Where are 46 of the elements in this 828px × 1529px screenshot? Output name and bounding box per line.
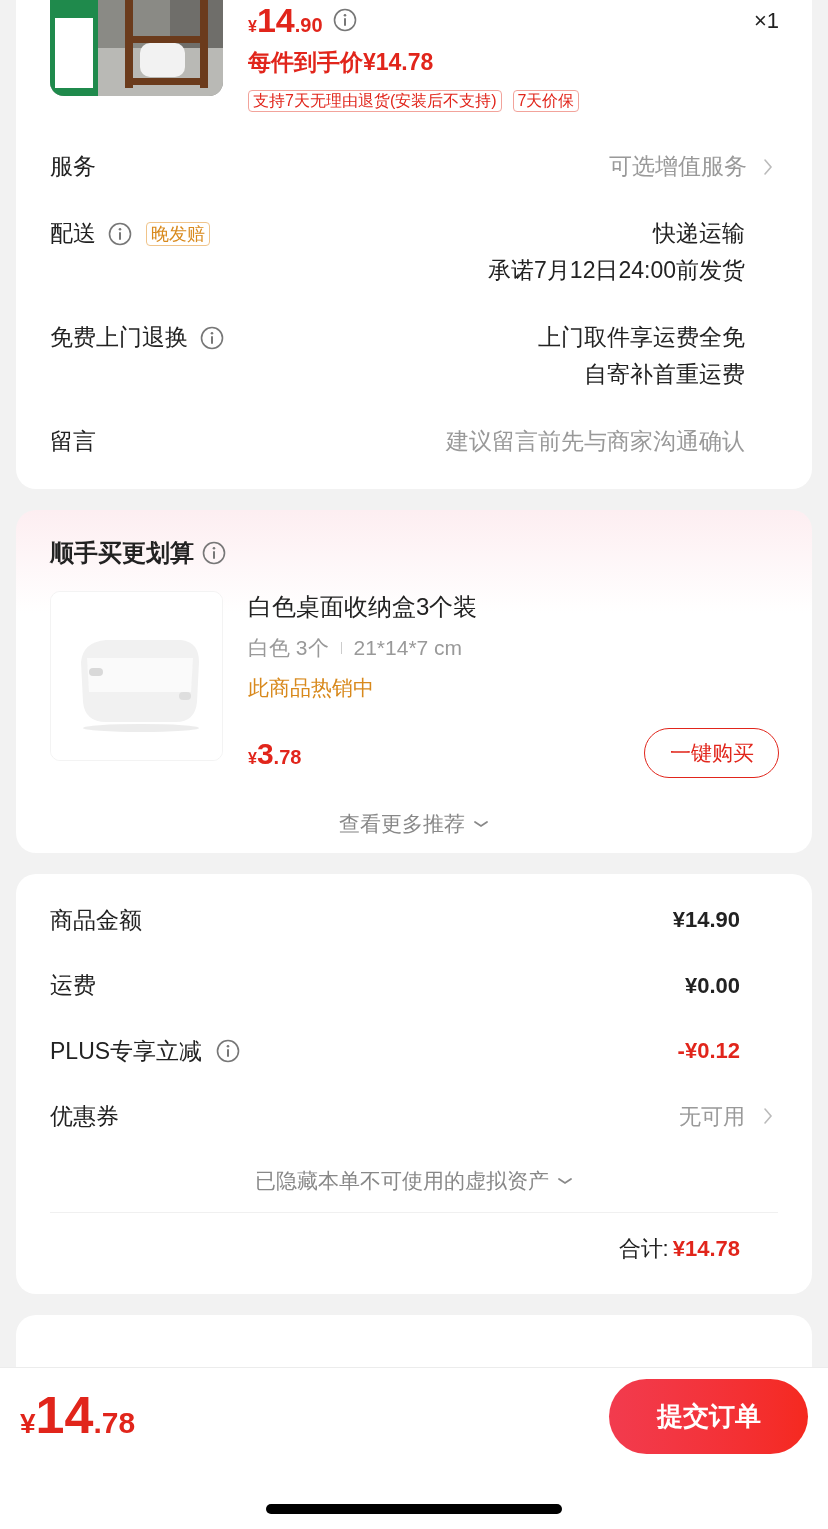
info-icon[interactable] bbox=[202, 541, 226, 565]
row-value: ¥14.90 bbox=[672, 906, 740, 935]
row-value: 快递运输 bbox=[653, 219, 745, 248]
row-value: 建议留言前先与商家沟通确认 bbox=[446, 427, 745, 456]
tag: 7天价保 bbox=[512, 90, 580, 112]
row-label: 商品金额 bbox=[50, 905, 142, 935]
section-title: 顺手买更划算 bbox=[50, 538, 194, 568]
quantity: ×1 bbox=[753, 6, 779, 35]
product-spec: 白色 3个 bbox=[248, 635, 329, 662]
total-price: ¥14.78 bbox=[20, 1387, 136, 1445]
product-name: 白色桌面收纳盒3个装 bbox=[248, 592, 479, 622]
row-value: 可选增值服务 bbox=[609, 152, 747, 181]
chevron-right-icon bbox=[763, 1107, 773, 1126]
product-spec: 21*14*7 cm bbox=[353, 635, 463, 662]
row-value: 无可用 bbox=[679, 1102, 745, 1131]
info-icon[interactable] bbox=[216, 1038, 241, 1063]
row-value: 自寄补首重运费 bbox=[584, 360, 745, 389]
row-label: 运费 bbox=[50, 971, 96, 1000]
badge: 晚发赔 bbox=[146, 221, 210, 246]
row-label: 优惠券 bbox=[50, 1102, 119, 1131]
row-label: PLUS专享立减 bbox=[50, 1036, 203, 1066]
total-amount: ¥14.78 bbox=[672, 1234, 740, 1263]
submit-order-button[interactable]: 提交订单 bbox=[609, 1378, 808, 1454]
tag: 支持7天无理由退货(安装后不支持) bbox=[248, 90, 502, 112]
price: ¥14.90 bbox=[248, 0, 323, 41]
price: ¥3.78 bbox=[248, 735, 302, 772]
info-icon[interactable] bbox=[108, 221, 132, 246]
final-price: 每件到手价¥14.78 bbox=[248, 48, 435, 77]
buy-now-button[interactable]: 一键购买 bbox=[644, 728, 779, 778]
row-label: 配送 bbox=[50, 219, 96, 249]
more-recommendations-link[interactable]: 查看更多推荐 bbox=[339, 808, 489, 840]
row-value: 承诺7月12日24:00前发货 bbox=[488, 256, 745, 285]
chevron-down-icon bbox=[557, 1175, 573, 1186]
chevron-right-icon bbox=[763, 157, 773, 176]
row-label: 服务 bbox=[50, 152, 96, 182]
chevron-down-icon bbox=[473, 818, 489, 829]
total-label: 合计: bbox=[618, 1234, 669, 1263]
info-icon[interactable] bbox=[200, 325, 224, 350]
info-icon[interactable] bbox=[332, 8, 357, 32]
row-label: 留言 bbox=[50, 427, 96, 457]
row-value: 上门取件享运费全免 bbox=[538, 323, 745, 352]
sales-status: 此商品热销中 bbox=[248, 675, 375, 701]
row-value: -¥0.12 bbox=[677, 1037, 740, 1066]
hidden-assets-toggle[interactable]: 已隐藏本单不可使用的虚拟资产 bbox=[255, 1164, 573, 1197]
row-label: 免费上门退换 bbox=[50, 323, 188, 353]
row-value: ¥0.00 bbox=[684, 971, 740, 1000]
